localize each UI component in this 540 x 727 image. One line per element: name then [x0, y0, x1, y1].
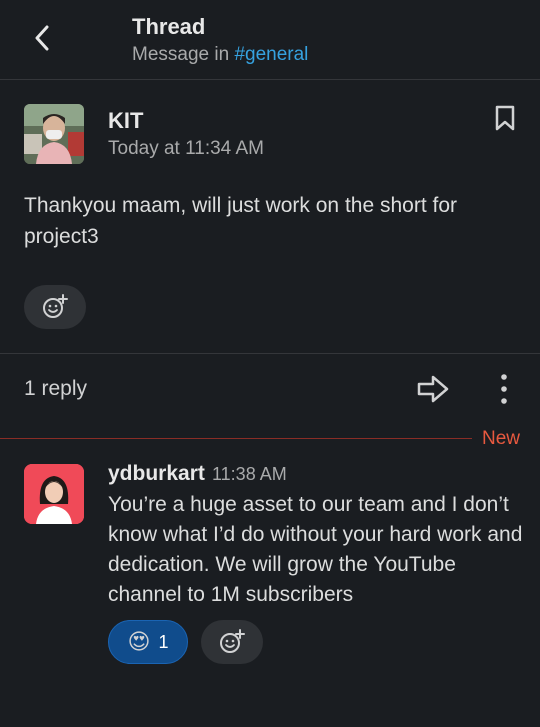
avatar-kit[interactable] — [24, 104, 84, 164]
reaction-emoji: 😍 — [127, 629, 151, 654]
parent-message-text: Thankyou maam, will just work on the sho… — [24, 194, 458, 248]
reaction-count: 1 — [158, 631, 169, 652]
share-button[interactable] — [416, 372, 450, 406]
back-button[interactable] — [28, 24, 56, 52]
divider — [0, 353, 540, 354]
avatar-photo-kit — [24, 104, 84, 164]
new-label: New — [482, 428, 521, 449]
reply-author[interactable]: ydburkart — [108, 462, 205, 486]
add-reaction-button[interactable] — [24, 285, 86, 329]
subtitle-prefix: Message in — [132, 44, 235, 65]
more-vertical-icon — [501, 374, 507, 404]
add-reaction-icon — [220, 629, 245, 653]
thread-subtitle: Message in #general — [132, 44, 308, 66]
parent-timestamp: Today at 11:34 AM — [108, 138, 264, 159]
add-reaction-icon — [43, 294, 68, 318]
back-chevron-icon — [35, 25, 49, 51]
bookmark-button[interactable] — [494, 104, 516, 132]
parent-author[interactable]: KIT — [108, 108, 143, 134]
more-actions-button[interactable] — [494, 372, 514, 406]
new-messages-divider — [0, 438, 472, 439]
thread-header: Thread Message in #general — [0, 0, 540, 80]
reply-timestamp: 11:38 AM — [212, 464, 287, 484]
channel-link[interactable]: #general — [234, 44, 308, 65]
avatar-photo-ydburkart — [24, 464, 84, 524]
bookmark-icon — [495, 105, 515, 131]
reply-message-text: You’re a huge asset to our team and I do… — [108, 493, 523, 606]
avatar-ydburkart[interactable] — [24, 464, 84, 524]
forward-arrow-icon — [417, 375, 449, 403]
reply-count: 1 reply — [24, 377, 88, 400]
page-title: Thread — [132, 14, 206, 39]
add-reaction-button-reply[interactable] — [201, 620, 263, 664]
reaction-heart-eyes[interactable]: 😍 1 — [108, 620, 188, 664]
